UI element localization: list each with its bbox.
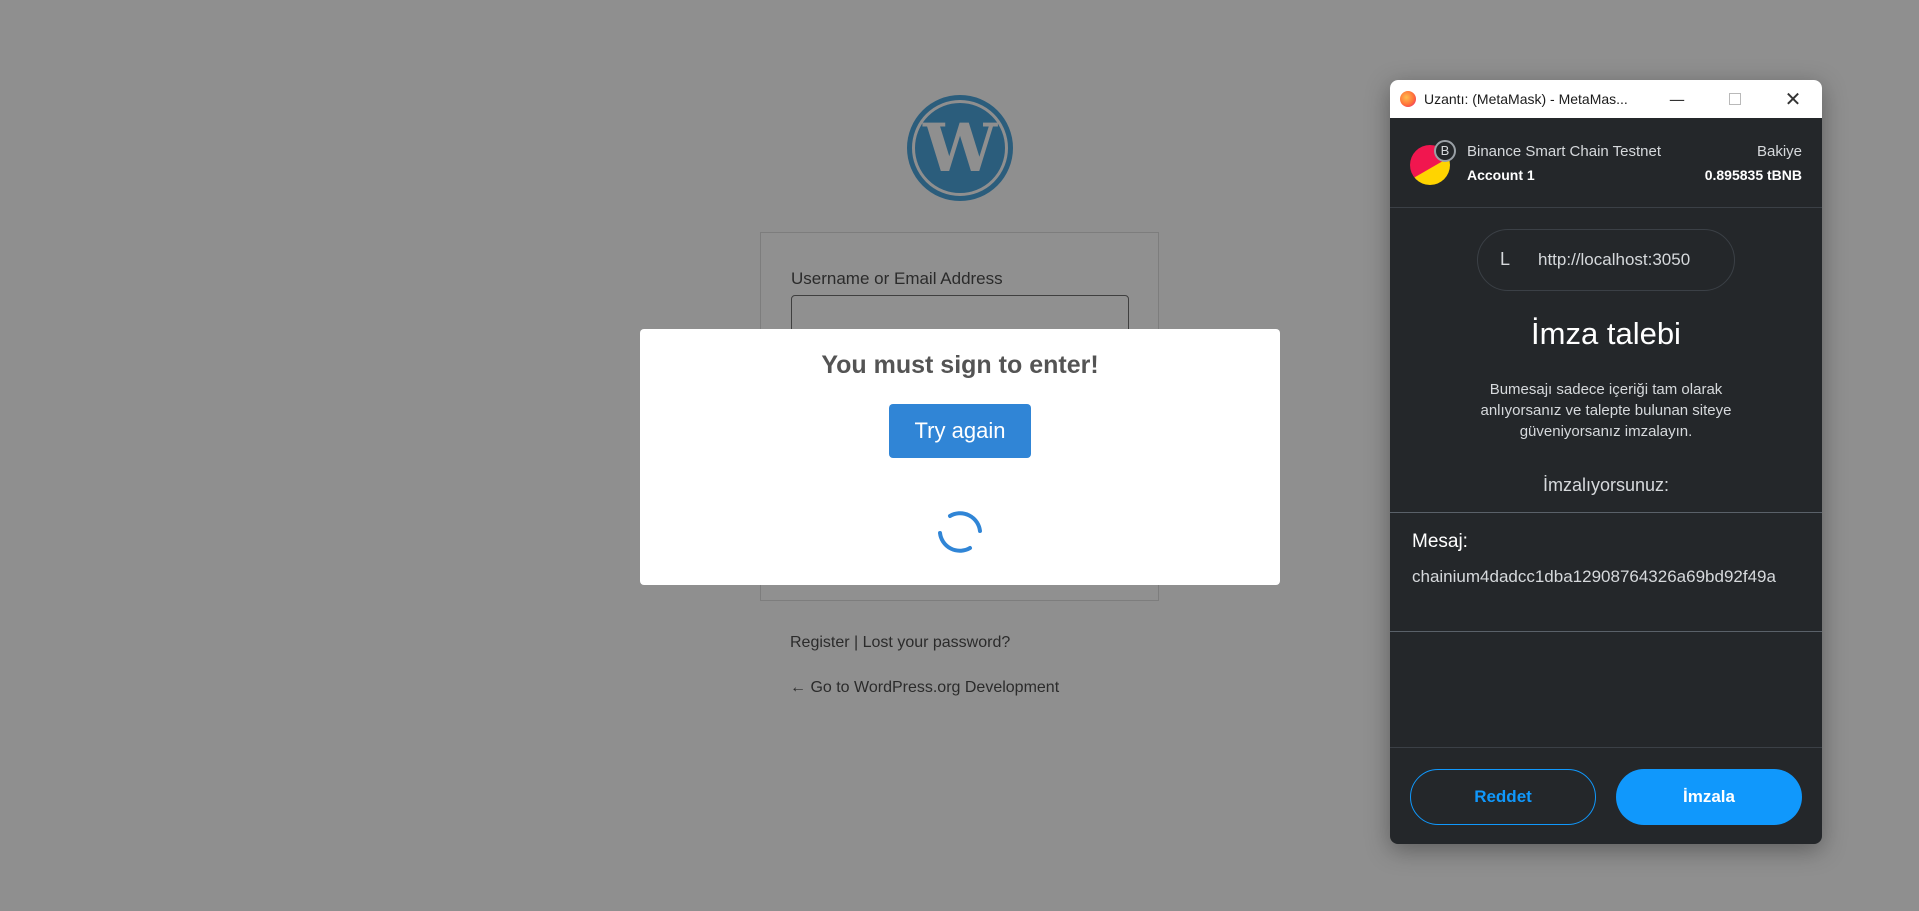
message-box[interactable]: Mesaj: chainium4dadcc1dba12908764326a69b… — [1390, 512, 1822, 632]
origin-url: http://localhost:3050 — [1538, 250, 1691, 269]
window-titlebar[interactable]: Uzantı: (MetaMask) - MetaMas... — ✕ — [1390, 80, 1822, 118]
balance-value: 0.895835 tBNB — [1704, 167, 1802, 183]
origin-pill: L http://localhost:3050 — [1477, 229, 1735, 291]
reject-button[interactable]: Reddet — [1410, 769, 1596, 825]
login-links: Register | Lost your password? — [790, 634, 1010, 652]
loading-spinner-icon — [938, 511, 982, 553]
close-icon[interactable]: ✕ — [1764, 80, 1822, 118]
signing-label: İmzalıyorsunuz: — [1542, 475, 1670, 495]
lost-password-link[interactable]: Lost your password? — [863, 634, 1011, 651]
username-label: Username or Email Address — [791, 269, 1003, 288]
sign-modal: You must sign to enter! Try again — [640, 329, 1280, 585]
sign-modal-title: You must sign to enter! — [821, 351, 1099, 379]
firefox-icon — [1400, 91, 1416, 107]
account-name: Account 1 — [1467, 167, 1535, 183]
try-again-button[interactable]: Try again — [889, 404, 1031, 458]
links-separator: | — [849, 634, 863, 651]
signature-request-description: Bumesajı sadece içeriği tam olarak anlıy… — [1480, 381, 1732, 440]
minimize-icon[interactable]: — — [1648, 80, 1706, 118]
back-to-site-link[interactable]: ← Go to WordPress.org Development — [790, 679, 1059, 697]
signature-request-title: İmza talebi — [1531, 316, 1681, 351]
message-text: chainium4dadcc1dba12908764326a69bd92f49a — [1412, 567, 1776, 586]
origin-favicon-letter: L — [1500, 249, 1511, 269]
balance-label: Bakiye — [1756, 143, 1802, 160]
network-badge: B — [1434, 140, 1456, 162]
maximize-icon — [1706, 80, 1764, 118]
network-name: Binance Smart Chain Testnet — [1467, 143, 1661, 160]
action-footer: Reddet İmzala — [1390, 747, 1822, 844]
wordpress-logo-icon[interactable]: W — [907, 95, 1013, 201]
metamask-window: Uzantı: (MetaMask) - MetaMas... — ✕ B Bi… — [1390, 80, 1822, 844]
window-title: Uzantı: (MetaMask) - MetaMas... — [1424, 91, 1628, 107]
sign-button[interactable]: İmzala — [1616, 769, 1802, 825]
message-label: Mesaj: — [1412, 531, 1468, 552]
register-link[interactable]: Register — [790, 634, 850, 651]
account-header: B Binance Smart Chain Testnet Account 1 … — [1390, 118, 1822, 208]
wordpress-logo-letter: W — [912, 100, 1008, 196]
